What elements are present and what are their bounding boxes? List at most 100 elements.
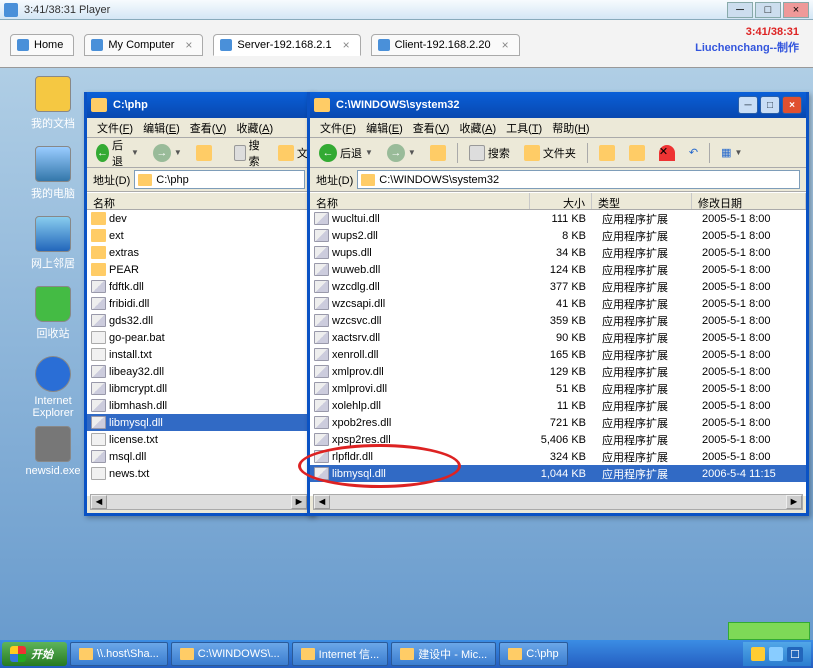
col-date[interactable]: 修改日期 [692,193,806,209]
desktop-icon-mycomp[interactable]: 我的电脑 [18,146,88,201]
desktop-icon-neigh[interactable]: 网上邻居 [18,216,88,271]
scrollbar-horizontal[interactable]: ◄► [90,494,308,510]
file-row[interactable]: fribidi.dll [87,295,311,312]
file-row[interactable]: libmcrypt.dll [87,380,311,397]
file-row[interactable]: xmlprov.dll129 KB应用程序扩展2005-5-1 8:00 [310,363,806,380]
desktop-icon-recyc[interactable]: 回收站 [18,286,88,341]
up-button[interactable] [191,142,217,164]
file-row[interactable]: wzcsvc.dll359 KB应用程序扩展2005-5-1 8:00 [310,312,806,329]
menu-f[interactable]: 文件(F) [93,118,137,138]
file-row[interactable]: news.txt [87,465,311,482]
file-row[interactable]: wzcdlg.dll377 KB应用程序扩展2005-5-1 8:00 [310,278,806,295]
file-row[interactable]: xpsp2res.dll5,406 KB应用程序扩展2005-5-1 8:00 [310,431,806,448]
language-indicator[interactable]: ☐ [787,647,803,662]
desktop-icon-ie[interactable]: Internet Explorer [18,356,88,419]
menu-a[interactable]: 收藏(A) [232,118,277,138]
file-row[interactable]: libmysql.dll [87,414,311,431]
file-row[interactable]: xactsrv.dll90 KB应用程序扩展2005-5-1 8:00 [310,329,806,346]
file-row[interactable]: go-pear.bat [87,329,311,346]
menu-e[interactable]: 编辑(E) [139,118,184,138]
delete-button[interactable]: ✕ [654,142,680,164]
back-button[interactable]: ←后退▼ [91,142,144,164]
tray-icon[interactable] [751,647,765,661]
tab-close-button[interactable]: × [185,38,192,52]
file-row[interactable]: libeay32.dll [87,363,311,380]
file-row[interactable]: xmlprovi.dll51 KB应用程序扩展2005-5-1 8:00 [310,380,806,397]
file-row[interactable]: fdftk.dll [87,278,311,295]
maximize-button[interactable]: □ [760,96,780,114]
file-row[interactable]: libmysql.dll1,044 KB应用程序扩展2006-5-4 11:15 [310,465,806,482]
file-row[interactable]: wzcsapi.dll41 KB应用程序扩展2005-5-1 8:00 [310,295,806,312]
start-button[interactable]: 开始 [2,642,67,666]
tray-icon[interactable] [769,647,783,661]
file-row[interactable]: ext [87,227,311,244]
menu-e[interactable]: 编辑(E) [362,118,407,138]
titlebar[interactable]: C:\php [87,92,311,118]
file-row[interactable]: wuweb.dll124 KB应用程序扩展2005-5-1 8:00 [310,261,806,278]
tab-close-button[interactable]: × [502,38,509,52]
address-input[interactable]: C:\php [134,170,305,189]
col-name[interactable]: 名称 [87,193,311,209]
taskbar-button-1[interactable]: C:\WINDOWS\... [171,642,289,666]
copy-to-button[interactable] [624,142,650,164]
menu-h[interactable]: 帮助(H) [548,118,593,138]
forward-button[interactable]: →▼ [382,142,421,164]
file-row[interactable]: gds32.dll [87,312,311,329]
vm-tab-2[interactable]: Server-192.168.2.1× [213,34,360,56]
col-name[interactable]: 名称 [310,193,530,209]
search-button[interactable]: 搜索 [229,142,269,164]
views-button[interactable]: ▦▼ [716,142,747,164]
move-to-button[interactable] [594,142,620,164]
menu-t[interactable]: 工具(T) [502,118,546,138]
menu-v[interactable]: 查看(V) [409,118,454,138]
up-button[interactable] [425,142,451,164]
scrollbar-horizontal[interactable]: ◄► [313,494,803,510]
desktop-icon-exe[interactable]: newsid.exe [18,426,88,477]
search-button[interactable]: 搜索 [464,142,515,164]
menu-a[interactable]: 收藏(A) [455,118,500,138]
menu-f[interactable]: 文件(F) [316,118,360,138]
scroll-right-button[interactable]: ► [291,495,307,509]
folders-button[interactable]: 文件夹 [519,142,581,164]
vm-minimize-button[interactable]: ─ [727,2,753,18]
vm-close-button[interactable]: × [783,2,809,18]
vm-tab-0[interactable]: Home [10,34,74,56]
file-row[interactable]: install.txt [87,346,311,363]
file-row[interactable]: dev [87,210,311,227]
file-row[interactable]: wucltui.dll111 KB应用程序扩展2005-5-1 8:00 [310,210,806,227]
taskbar-button-3[interactable]: 建设中 - Mic... [391,642,496,666]
file-row[interactable]: extras [87,244,311,261]
vm-tab-1[interactable]: My Computer× [84,34,203,56]
file-row[interactable]: msql.dll [87,448,311,465]
scroll-left-button[interactable]: ◄ [314,495,330,509]
taskbar-button-2[interactable]: Internet 信... [292,642,389,666]
file-row[interactable]: wups.dll34 KB应用程序扩展2005-5-1 8:00 [310,244,806,261]
back-button[interactable]: ←后退▼ [314,142,378,164]
file-list[interactable]: devextextrasPEARfdftk.dllfribidi.dllgds3… [87,210,311,496]
col-size[interactable]: 大小 [530,193,592,209]
scroll-right-button[interactable]: ► [786,495,802,509]
file-row[interactable]: xenroll.dll165 KB应用程序扩展2005-5-1 8:00 [310,346,806,363]
file-row[interactable]: license.txt [87,431,311,448]
taskbar-button-0[interactable]: \\.host\Sha... [70,642,168,666]
scroll-left-button[interactable]: ◄ [91,495,107,509]
file-list[interactable]: wucltui.dll111 KB应用程序扩展2005-5-1 8:00 wups… [310,210,806,496]
titlebar[interactable]: C:\WINDOWS\system32 ─ □ × [310,92,806,118]
file-row[interactable]: libmhash.dll [87,397,311,414]
desktop-icon-docs[interactable]: 我的文档 [18,76,88,131]
menu-v[interactable]: 查看(V) [186,118,231,138]
address-input[interactable]: C:\WINDOWS\system32 [357,170,800,189]
column-headers[interactable]: 名称 大小 类型 修改日期 [310,192,806,210]
system-tray[interactable]: ☐ [743,642,811,666]
close-button[interactable]: × [782,96,802,114]
undo-button[interactable]: ↶ [684,142,703,164]
file-row[interactable]: rlpfldr.dll324 KB应用程序扩展2005-5-1 8:00 [310,448,806,465]
desktop[interactable]: 我的文档我的电脑网上邻居回收站 Internet Explorer newsid.e… [0,68,813,648]
taskbar-button-4[interactable]: C:\php [499,642,567,666]
tab-close-button[interactable]: × [343,38,350,52]
file-row[interactable]: xpob2res.dll721 KB应用程序扩展2005-5-1 8:00 [310,414,806,431]
file-row[interactable]: PEAR [87,261,311,278]
col-type[interactable]: 类型 [592,193,692,209]
forward-button[interactable]: →▼ [148,142,187,164]
column-headers[interactable]: 名称 [87,192,311,210]
